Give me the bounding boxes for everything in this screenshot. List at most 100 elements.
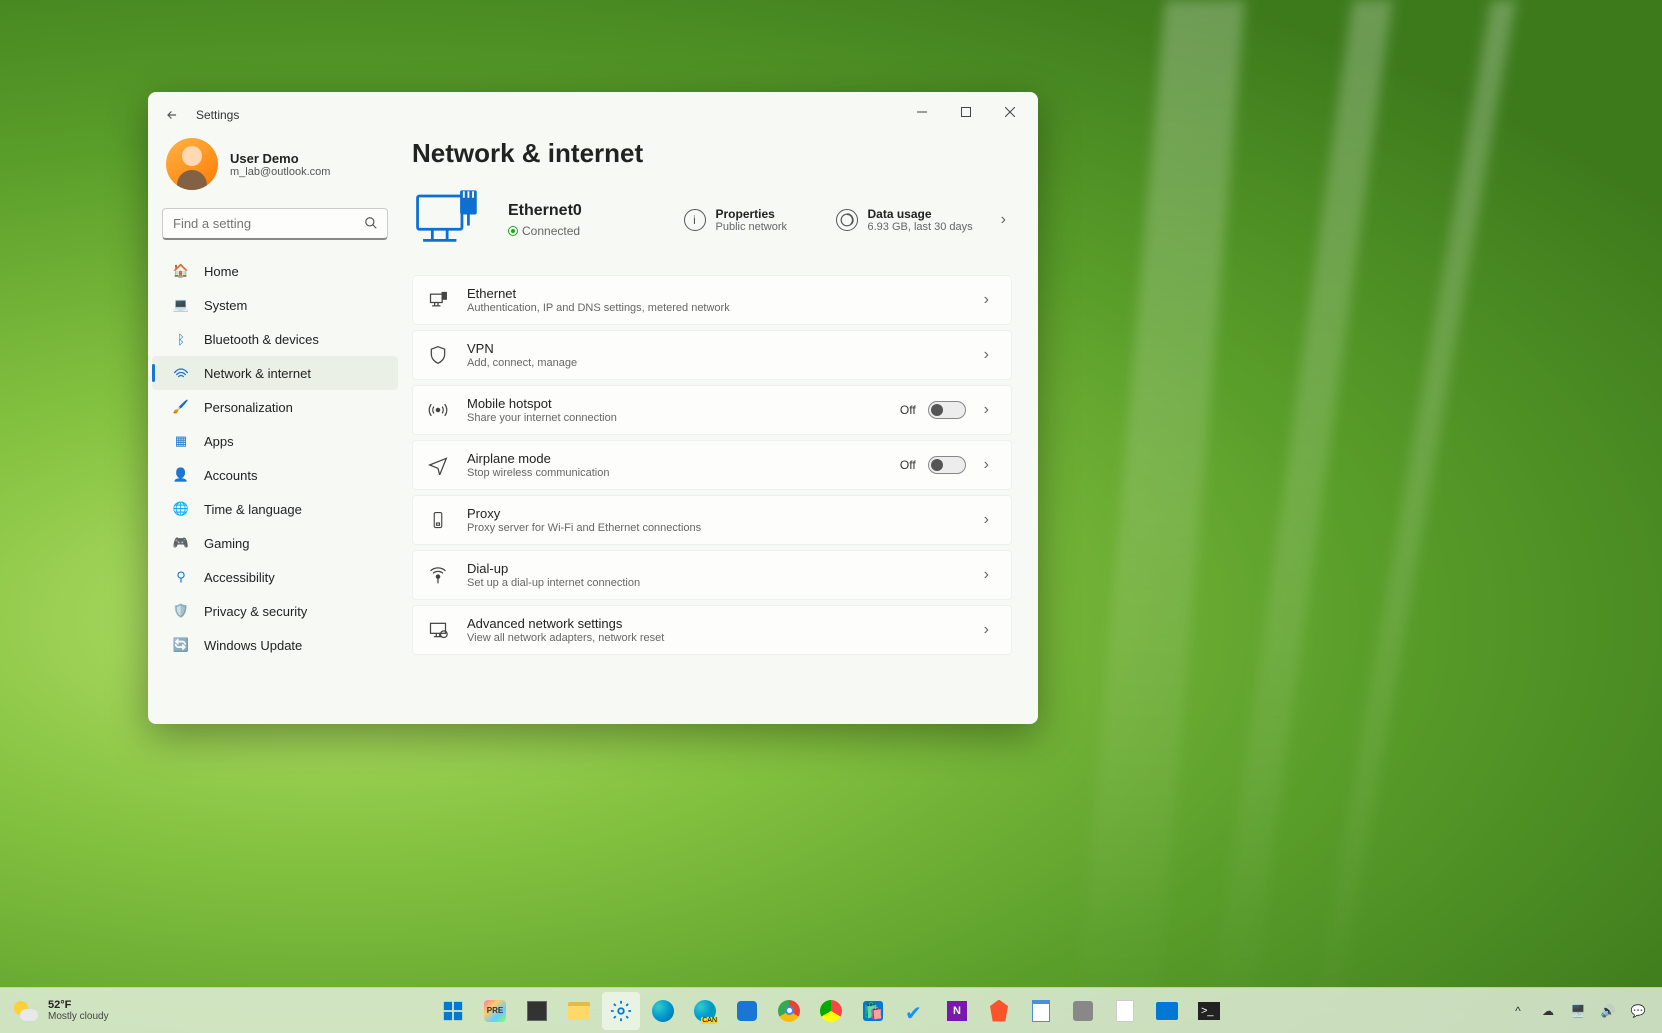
- taskbar-app-chrome[interactable]: [770, 992, 808, 1030]
- card-mobile-hotspot[interactable]: Mobile hotspotShare your internet connec…: [412, 385, 1012, 435]
- card-proxy[interactable]: ProxyProxy server for Wi-Fi and Ethernet…: [412, 495, 1012, 545]
- connected-indicator-icon: [508, 226, 518, 236]
- card-ethernet[interactable]: EthernetAuthentication, IP and DNS setti…: [412, 275, 1012, 325]
- card-sub: Set up a dial-up internet connection: [467, 577, 960, 589]
- sidebar-item-label: Privacy & security: [204, 604, 307, 619]
- sidebar-item-update[interactable]: 🔄 Windows Update: [152, 628, 398, 662]
- close-button[interactable]: [988, 97, 1032, 127]
- card-dialup[interactable]: Dial-upSet up a dial-up internet connect…: [412, 550, 1012, 600]
- taskbar-app-settings[interactable]: [602, 992, 640, 1030]
- tray-chevron-icon[interactable]: ^: [1510, 1003, 1526, 1019]
- properties-link[interactable]: i Properties Public network: [684, 207, 814, 233]
- system-icon: 💻: [172, 296, 190, 314]
- card-advanced-network[interactable]: Advanced network settingsView all networ…: [412, 605, 1012, 655]
- taskbar-app[interactable]: [1064, 992, 1102, 1030]
- taskbar-app-edge[interactable]: [644, 992, 682, 1030]
- apps-icon: ▦: [172, 432, 190, 450]
- data-usage-icon: [836, 209, 858, 231]
- sidebar-item-label: Windows Update: [204, 638, 302, 653]
- connection-status: Connected: [508, 224, 582, 238]
- sidebar-item-label: Gaming: [204, 536, 250, 551]
- taskbar-app[interactable]: [1106, 992, 1144, 1030]
- ethernet-illustration-icon: [412, 183, 486, 257]
- taskbar-app[interactable]: PRE: [476, 992, 514, 1030]
- user-profile[interactable]: User Demo m_lab@outlook.com: [148, 138, 402, 208]
- taskbar-app[interactable]: ✔: [896, 992, 934, 1030]
- sidebar-item-home[interactable]: 🏠Home: [152, 254, 398, 288]
- taskbar: 52°F Mostly cloudy PRE CAN 🛍️ ✔ N >_ ^ ☁…: [0, 987, 1662, 1033]
- airplane-toggle[interactable]: [928, 456, 966, 474]
- vpn-icon: [427, 344, 449, 366]
- update-icon: 🔄: [172, 636, 190, 654]
- sidebar-item-network[interactable]: Network & internet: [152, 356, 398, 390]
- minimize-button[interactable]: [900, 97, 944, 127]
- ethernet-icon: [427, 289, 449, 311]
- bluetooth-icon: ᛒ: [172, 330, 190, 348]
- card-sub: Proxy server for Wi-Fi and Ethernet conn…: [467, 522, 960, 534]
- sidebar-item-bluetooth[interactable]: ᛒBluetooth & devices: [152, 322, 398, 356]
- info-icon: i: [684, 209, 706, 231]
- taskbar-apps: PRE CAN 🛍️ ✔ N >_: [434, 992, 1228, 1030]
- card-title: Mobile hotspot: [467, 396, 882, 411]
- connection-name: Ethernet0: [508, 202, 582, 220]
- sidebar: User Demo m_lab@outlook.com 🏠Home 💻Syste…: [148, 132, 402, 724]
- data-usage-link[interactable]: Data usage 6.93 GB, last 30 days: [836, 207, 973, 233]
- chevron-right-icon: ›: [978, 456, 995, 474]
- tray-volume-icon[interactable]: 🔊: [1600, 1003, 1616, 1019]
- sidebar-item-gaming[interactable]: 🎮Gaming: [152, 526, 398, 560]
- back-button[interactable]: [162, 105, 182, 125]
- system-tray: ^ ☁ 🖥️ 🔊 💬: [1510, 1003, 1662, 1019]
- tray-onedrive-icon[interactable]: ☁: [1540, 1003, 1556, 1019]
- sidebar-item-system[interactable]: 💻System: [152, 288, 398, 322]
- tray-notification-icon[interactable]: 💬: [1630, 1003, 1646, 1019]
- taskbar-app-terminal[interactable]: >_: [1190, 992, 1228, 1030]
- sidebar-item-accounts[interactable]: 👤Accounts: [152, 458, 398, 492]
- network-icon: [172, 364, 190, 382]
- card-vpn[interactable]: VPNAdd, connect, manage ›: [412, 330, 1012, 380]
- user-name: User Demo: [230, 151, 330, 166]
- card-airplane-mode[interactable]: Airplane modeStop wireless communication…: [412, 440, 1012, 490]
- taskbar-app-onenote[interactable]: N: [938, 992, 976, 1030]
- sidebar-item-time-language[interactable]: 🌐Time & language: [152, 492, 398, 526]
- sidebar-item-accessibility[interactable]: ⚲Accessibility: [152, 560, 398, 594]
- sidebar-item-label: Personalization: [204, 400, 293, 415]
- window-title: Settings: [196, 108, 239, 122]
- search-input[interactable]: [162, 208, 388, 240]
- sidebar-item-personalization[interactable]: 🖌️Personalization: [152, 390, 398, 424]
- taskbar-app[interactable]: [1148, 992, 1186, 1030]
- taskbar-app-edge-canary[interactable]: CAN: [686, 992, 724, 1030]
- titlebar: Settings: [148, 92, 1038, 132]
- properties-title: Properties: [716, 207, 788, 221]
- weather-temp: 52°F: [48, 999, 109, 1011]
- user-email: m_lab@outlook.com: [230, 166, 330, 178]
- chevron-right-icon: ›: [978, 511, 995, 529]
- sidebar-item-privacy[interactable]: 🛡️Privacy & security: [152, 594, 398, 628]
- sidebar-item-label: Apps: [204, 434, 234, 449]
- home-icon: 🏠: [172, 262, 190, 280]
- taskbar-app[interactable]: [728, 992, 766, 1030]
- toggle-label: Off: [900, 458, 916, 472]
- chevron-right-icon: ›: [978, 346, 995, 364]
- taskbar-app[interactable]: [518, 992, 556, 1030]
- weather-icon: [14, 999, 38, 1023]
- card-sub: View all network adapters, network reset: [467, 632, 960, 644]
- hotspot-toggle[interactable]: [928, 401, 966, 419]
- chevron-right-icon[interactable]: ›: [995, 211, 1012, 229]
- weather-widget[interactable]: 52°F Mostly cloudy: [0, 999, 109, 1023]
- settings-window: Settings User Demo m_lab@outlook.com 🏠Ho…: [148, 92, 1038, 724]
- tray-network-icon[interactable]: 🖥️: [1570, 1003, 1586, 1019]
- search-box[interactable]: [162, 208, 388, 240]
- taskbar-app-notepad[interactable]: [1022, 992, 1060, 1030]
- card-title: Dial-up: [467, 561, 960, 576]
- card-sub: Authentication, IP and DNS settings, met…: [467, 302, 960, 314]
- sidebar-item-label: Accounts: [204, 468, 257, 483]
- taskbar-app-store[interactable]: 🛍️: [854, 992, 892, 1030]
- card-sub: Add, connect, manage: [467, 357, 960, 369]
- taskbar-app[interactable]: [812, 992, 850, 1030]
- properties-sub: Public network: [716, 221, 788, 233]
- taskbar-app-brave[interactable]: [980, 992, 1018, 1030]
- start-button[interactable]: [434, 992, 472, 1030]
- maximize-button[interactable]: [944, 97, 988, 127]
- sidebar-item-apps[interactable]: ▦ Apps: [152, 424, 398, 458]
- taskbar-app-explorer[interactable]: [560, 992, 598, 1030]
